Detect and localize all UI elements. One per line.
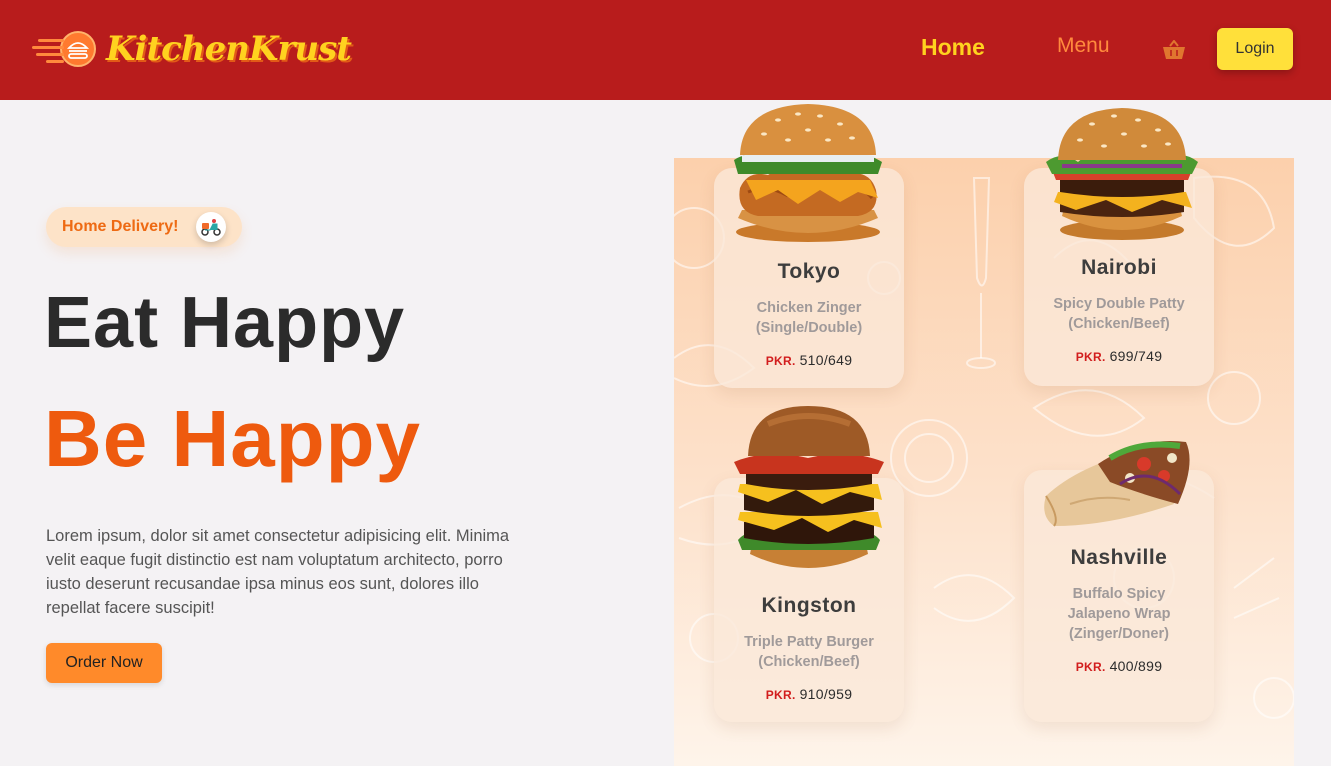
login-button[interactable]: Login: [1217, 28, 1293, 70]
card-price: PKR. 510/649: [765, 352, 853, 368]
speed-lines-icon: [30, 29, 64, 69]
zinger-burger-image: [734, 104, 882, 242]
brand-logo[interactable]: KitchenKrust: [30, 26, 352, 72]
card-price: PKR. 910/959: [765, 686, 853, 702]
card-description: Chicken Zinger (Single/Double): [755, 300, 863, 336]
navbar: KitchenKrust Home Menu Login: [0, 0, 1331, 100]
card-description: Buffalo Spicy Jalapeno Wrap (Zinger/Doner): [1067, 586, 1171, 642]
brand-name: KitchenKrust: [106, 29, 352, 69]
triple-patty-burger-image: [734, 406, 884, 568]
order-now-button[interactable]: Order Now: [46, 643, 162, 683]
headline-be-happy: Be Happy: [44, 394, 421, 483]
nav-home-link[interactable]: Home: [921, 34, 985, 61]
card-price: PKR. 699/749: [1075, 348, 1163, 364]
card-title: Kingston: [761, 594, 857, 617]
home-delivery-badge: Home Delivery!: [46, 207, 242, 247]
burger-logo-icon: [60, 31, 96, 67]
card-description: Spicy Double Patty (Chicken/Beef): [1053, 296, 1185, 332]
card-title: Nairobi: [1081, 256, 1157, 279]
hero-description: Lorem ipsum, dolor sit amet consectetur …: [46, 527, 510, 617]
card-price: PKR. 400/899: [1075, 658, 1163, 674]
double-patty-burger-image: [1046, 108, 1198, 240]
jalapeno-wrap-image: [1044, 440, 1190, 527]
home-delivery-label: Home Delivery!: [62, 218, 179, 235]
card-description: Triple Patty Burger (Chicken/Beef): [744, 634, 874, 670]
scooter-icon: [196, 212, 226, 242]
basket-icon[interactable]: [1162, 39, 1186, 60]
card-title: Tokyo: [777, 260, 841, 283]
headline-eat-happy: Eat Happy: [44, 283, 406, 363]
nav-menu-link[interactable]: Menu: [1057, 34, 1110, 58]
card-title: Nashville: [1070, 546, 1168, 569]
